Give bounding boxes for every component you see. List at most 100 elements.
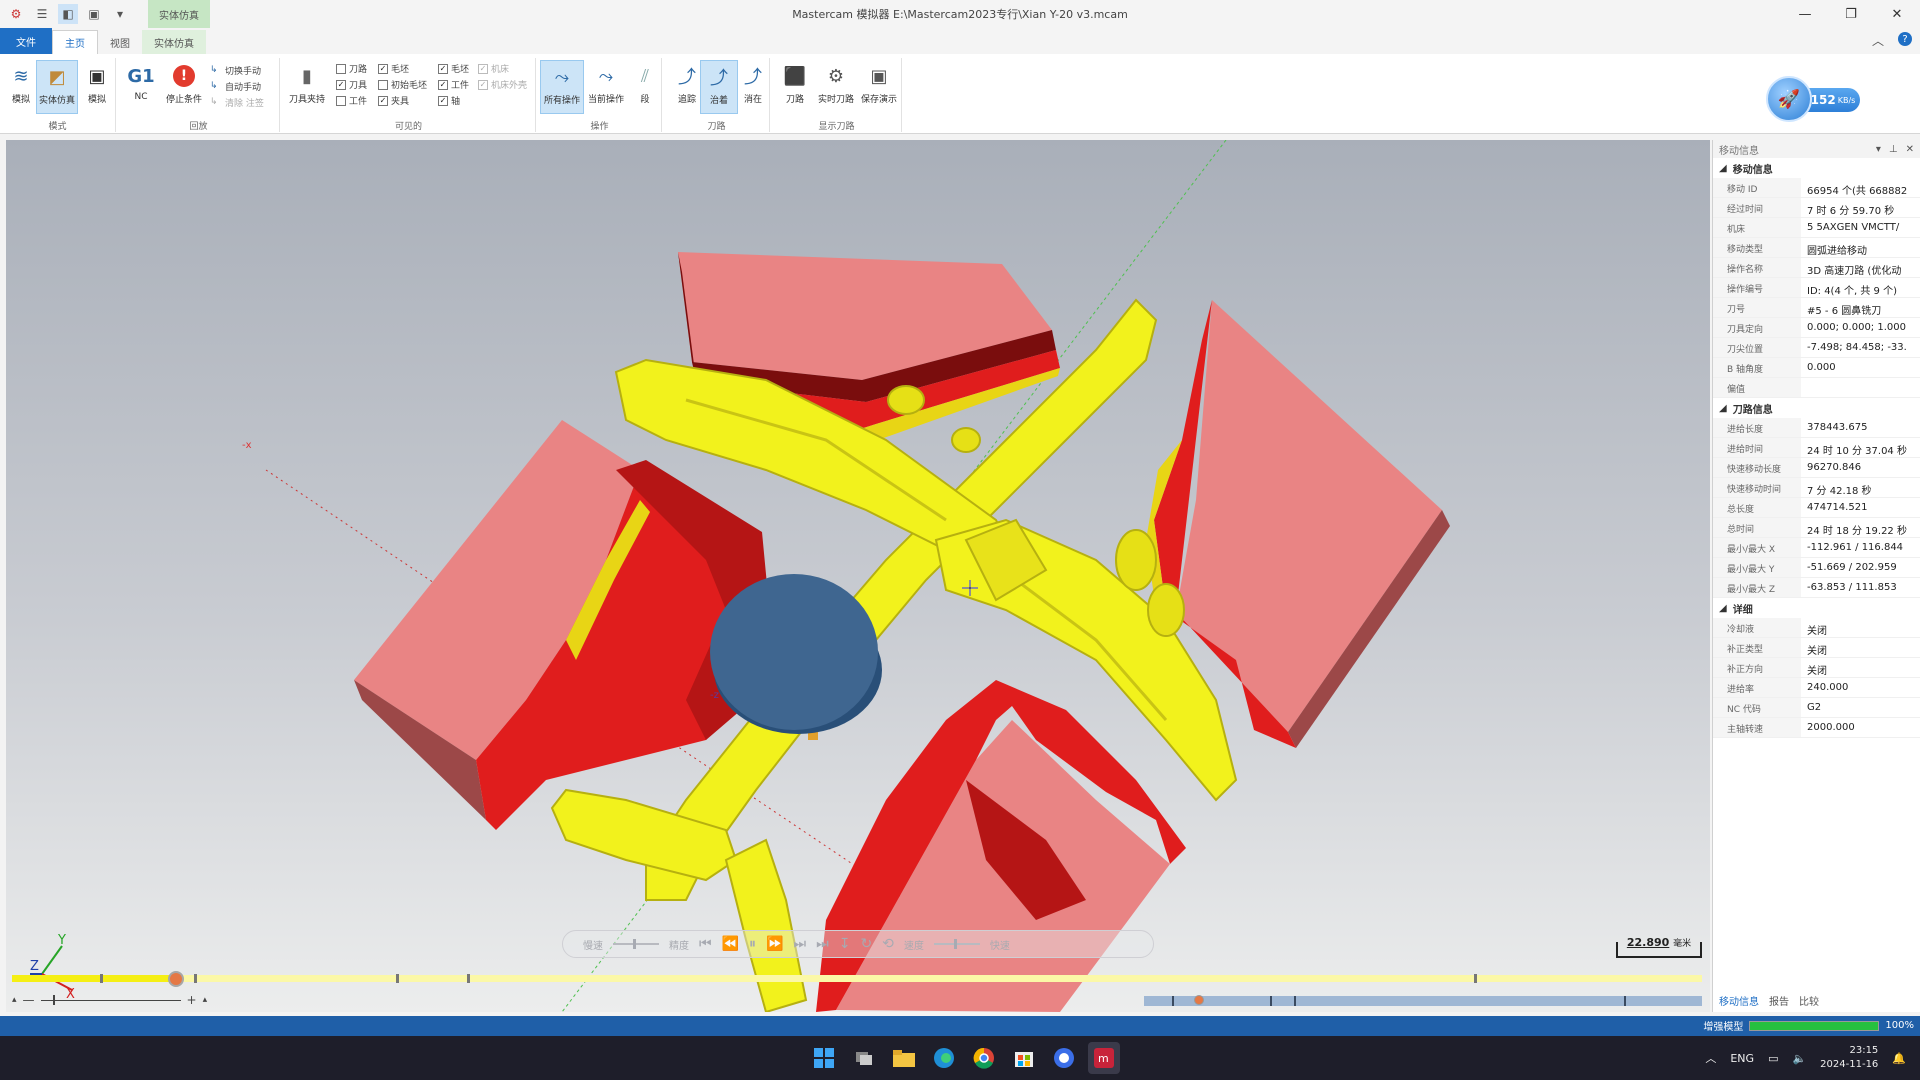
check-machine[interactable]: ✓ 机床 [478,62,509,75]
op-marker[interactable] [396,974,399,983]
property-row[interactable]: 移动 ID 66954 个(共 668882 [1713,178,1920,198]
nc-button[interactable]: G1 NC [122,60,160,114]
checkbox[interactable]: ✓ [438,63,448,74]
tab-report[interactable]: 报告 [1769,993,1789,1008]
current-operation-button[interactable]: ⤳ 当前操作 [584,60,628,114]
speed-slider[interactable] [933,939,980,949]
edge-icon[interactable] [928,1042,960,1074]
clear-marks-item[interactable]: ↳ 清除 注签 [210,96,264,110]
reset-icon[interactable]: ⟲ [882,936,894,952]
property-row[interactable]: 冷却液 关闭 [1713,618,1920,638]
tab-view[interactable]: 视图 [98,30,142,54]
property-row[interactable]: 移动类型 圆弧进给移动 [1713,238,1920,258]
check-stock[interactable]: ✓ 毛坯 [378,62,409,75]
property-row[interactable]: B 轴角度 0.000 [1713,358,1920,378]
skip-end-icon[interactable]: ⏭ [816,936,829,952]
simulate-button[interactable]: ≋ 模拟 [2,60,40,114]
stop-at-icon[interactable]: ↧ [839,936,851,952]
collapse-icon[interactable]: ◢ [1719,603,1727,614]
collapse-icon[interactable]: ◢ [1719,403,1727,414]
timeline-track[interactable] [12,975,1702,982]
check-initial-stock[interactable]: 初始毛坯 [378,78,427,91]
collapse-ribbon-icon[interactable]: ︿ [1872,32,1884,49]
property-row[interactable]: 总长度 474714.521 [1713,498,1920,518]
qat-dropdown-icon[interactable]: ▾ [110,4,130,24]
checkbox[interactable]: ✓ [438,95,448,106]
property-row[interactable]: 操作编号 ID: 4(4 个, 共 9 个) [1713,278,1920,298]
zoom-slider[interactable] [40,994,181,1005]
check-fixture[interactable]: ✓ 夹具 [378,94,409,107]
property-row[interactable]: 快速移动时间 7 分 42.18 秒 [1713,478,1920,498]
property-row[interactable]: 进给率 240.000 [1713,678,1920,698]
tab-solid-sim[interactable]: 实体仿真 [142,30,206,54]
help-icon[interactable]: ? [1898,32,1912,46]
language-indicator[interactable]: ENG [1730,1052,1754,1065]
property-row[interactable]: 操作名称 3D 高速刀路 (优化动 [1713,258,1920,278]
volume-icon[interactable]: 🔈 [1792,1052,1806,1065]
chrome-icon[interactable] [968,1042,1000,1074]
segment-button[interactable]: ⫽ 段 [626,60,664,114]
segment-handle[interactable] [1194,995,1204,1005]
property-row[interactable]: 经过时间 7 时 6 分 59.70 秒 [1713,198,1920,218]
display-icon[interactable]: ▣ [84,4,104,24]
check-workpiece[interactable]: ✓ 工件 [438,78,469,91]
start-icon[interactable] [808,1042,840,1074]
section-move-info[interactable]: ◢ 移动信息 [1713,158,1920,178]
property-row[interactable]: 刀具定向 0.000; 0.000; 1.000 [1713,318,1920,338]
checkbox[interactable]: ✓ [438,79,448,90]
stop-conditions-button[interactable]: ! 停止条件 [162,60,206,114]
checkbox[interactable]: ✓ [478,79,488,90]
toggle-manual-item[interactable]: ↳ 切换手动 [210,64,261,78]
property-row[interactable]: 补正类型 关闭 [1713,638,1920,658]
segment-track[interactable] [1144,995,1702,1006]
property-row[interactable]: 进给时间 24 时 10 分 37.04 秒 [1713,438,1920,458]
property-row[interactable]: 主轴转速 2000.000 [1713,718,1920,738]
check-stock-2[interactable]: ✓ 毛坯 [438,62,469,75]
accuracy-slider[interactable] [613,939,659,949]
all-operations-button[interactable]: ⤳ 所有操作 [540,60,584,114]
property-row[interactable]: 进给长度 378443.675 [1713,418,1920,438]
property-row[interactable]: 刀号 #5 - 6 圆鼻铣刀 [1713,298,1920,318]
step-back-icon[interactable]: ⏪ [722,936,739,952]
zoom-out-icon[interactable]: ▴ [12,995,17,1005]
store-icon[interactable] [1008,1042,1040,1074]
notification-icon[interactable]: 🔔 [1892,1052,1906,1065]
clock[interactable]: 23:15 2024-11-16 [1820,1044,1878,1072]
restore-button[interactable]: ❐ [1828,0,1874,28]
simulation-scene[interactable]: -x -z [6,140,1710,1012]
auto-manual-item[interactable]: ↳ 自动手动 [210,80,261,94]
checkbox[interactable] [336,63,346,74]
check-axis[interactable]: ✓ 轴 [438,94,460,107]
timeline-handle[interactable] [167,971,184,987]
tab-compare[interactable]: 比较 [1799,993,1819,1008]
property-row[interactable]: NC 代码 G2 [1713,698,1920,718]
property-row[interactable]: 刀尖位置 -7.498; 84.458; -33. [1713,338,1920,358]
zoom-in-icon[interactable]: ▴ [203,995,208,1005]
simulate-monitor-button[interactable]: ▣ 模拟 [78,60,116,114]
op-marker[interactable] [1474,974,1477,983]
minimize-button[interactable]: — [1782,0,1828,28]
check-workpiece-2[interactable]: 工件 [336,94,367,107]
skip-start-icon[interactable]: ⏮ [699,936,712,952]
toolpath-display-button[interactable]: ⬛ 刀路 [776,60,814,114]
file-explorer-icon[interactable] [888,1042,920,1074]
checkbox[interactable]: ✓ [336,79,346,90]
property-row[interactable]: 最小/最大 X -112.961 / 116.844 [1713,538,1920,558]
check-tool[interactable]: ✓ 刀具 [336,78,367,91]
op-marker[interactable] [467,974,470,983]
property-row[interactable]: 补正方向 关闭 [1713,658,1920,678]
section-toolpath-info[interactable]: ◢ 刀路信息 [1713,398,1920,418]
loop-icon[interactable]: ↻ [860,936,872,952]
step-forward-icon[interactable]: ⏩ [766,936,783,952]
tab-file[interactable]: 文件 [0,28,52,54]
property-row[interactable]: 总时间 24 时 18 分 19.22 秒 [1713,518,1920,538]
check-machine-housing[interactable]: ✓ 机床外壳 [478,78,527,91]
simulator-icon[interactable]: ☰ [32,4,52,24]
property-row[interactable]: 最小/最大 Y -51.669 / 202.959 [1713,558,1920,578]
tab-home[interactable]: 主页 [52,30,98,54]
viewport-3d[interactable]: -x -z 慢速 精度 ⏮ ⏪ ⏸ ⏩ ⏭ ⏭ ↧ ↻ ⟲ 速度 快速 22.8… [6,140,1710,1012]
panel-dropdown-icon[interactable]: ▾ [1876,144,1881,155]
realtime-toolpath-button[interactable]: ⚙ 实时刀路 [814,60,858,114]
mastercam-taskbar-icon[interactable]: m [1088,1042,1120,1074]
op-marker[interactable] [100,974,103,983]
